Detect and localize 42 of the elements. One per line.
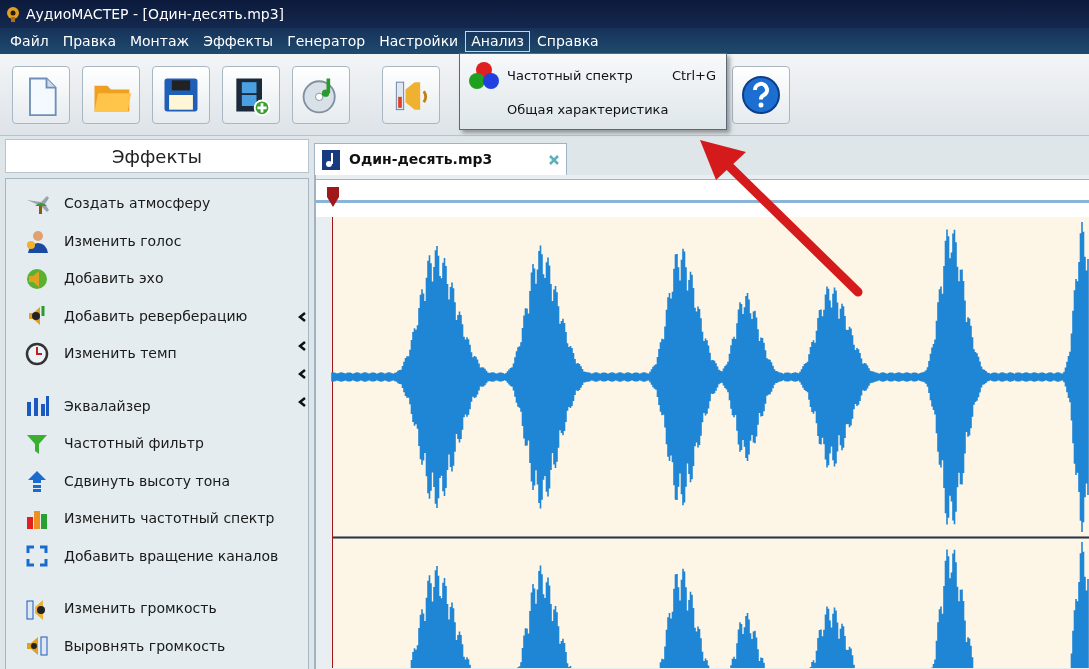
help-icon	[741, 74, 781, 115]
menu-item[interactable]: Анализ	[465, 30, 530, 52]
file-tab[interactable]: Один-десять.mp3	[314, 143, 567, 175]
dropdown-item[interactable]: Общая характеристика	[460, 93, 726, 127]
save-button[interactable]	[152, 65, 210, 124]
dropdown-item[interactable]: Частотный спектр Ctrl+G	[460, 59, 726, 93]
effect-item[interactable]: Создать атмосферу	[24, 185, 308, 223]
effect-item[interactable]: Добавить эхо	[24, 260, 308, 298]
effect-icon	[24, 341, 50, 366]
color-circles-icon	[467, 61, 500, 91]
help-button[interactable]	[732, 65, 790, 124]
effect-icon	[24, 229, 50, 254]
effect-item[interactable]: Частотный фильтр	[24, 425, 308, 463]
playhead-marker-icon	[326, 186, 340, 208]
effect-item[interactable]: Изменить частотный спектр	[24, 500, 308, 538]
effect-item[interactable]: Добавить вращение каналов	[24, 537, 308, 575]
effect-item[interactable]: Изменить темп	[24, 335, 308, 373]
music-note-icon	[321, 148, 341, 171]
panel-header: Эффекты	[5, 139, 309, 173]
app-logo-icon	[4, 5, 22, 23]
menu-item[interactable]: Файл	[3, 30, 56, 52]
effect-item[interactable]: Изменить громкость	[24, 590, 308, 628]
effect-icon	[24, 634, 50, 659]
effect-item[interactable]: Эквалайзер	[24, 387, 308, 425]
effect-item[interactable]: Выровнять громкость	[24, 627, 308, 665]
effect-icon	[24, 394, 50, 419]
cd-music-button[interactable]	[292, 65, 350, 124]
volume-button[interactable]	[382, 65, 440, 124]
effect-icon	[24, 266, 50, 291]
menu-item[interactable]: Генератор	[280, 30, 373, 52]
window-title: АудиоМАСТЕР - [Один-десять.mp3]	[26, 4, 285, 24]
effect-icon	[24, 544, 50, 569]
menu-item[interactable]: Настройки	[372, 30, 466, 52]
add-video-button[interactable]	[222, 65, 280, 124]
menu-item[interactable]: Справка	[530, 30, 606, 52]
menu-item[interactable]: Правка	[55, 30, 123, 52]
effect-item[interactable]: Добавить реверберацию	[24, 297, 308, 335]
new-file-button[interactable]	[12, 65, 70, 124]
menu-item[interactable]: Эффекты	[196, 30, 281, 52]
effect-item[interactable]: Сдвинуть высоту тона	[24, 462, 308, 500]
effect-item[interactable]: Изменить голос	[24, 222, 308, 260]
menu-item[interactable]: Монтаж	[122, 30, 197, 52]
